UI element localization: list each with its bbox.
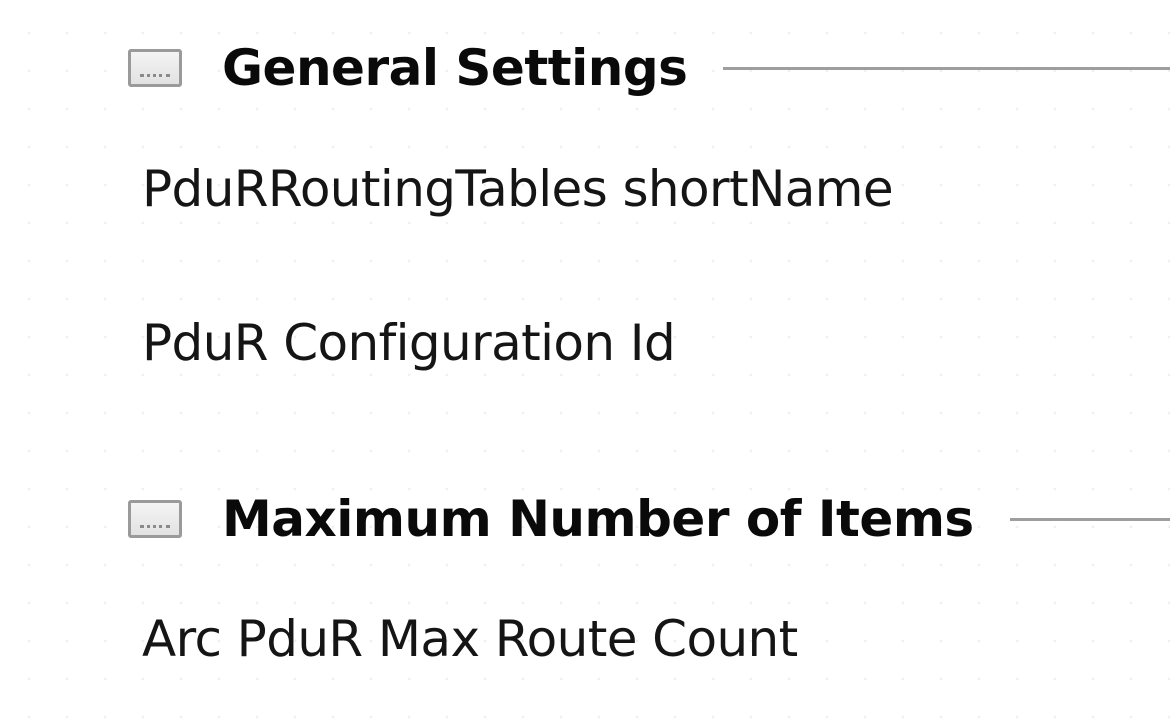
section-title: Maximum Number of Items bbox=[222, 490, 974, 548]
section-divider bbox=[1009, 517, 1170, 521]
collapse-icon[interactable] bbox=[128, 49, 182, 87]
section-divider bbox=[723, 66, 1170, 70]
field-label-max-route-count: Arc PduR Max Route Count bbox=[142, 610, 798, 668]
field-label-configuration-id: PduR Configuration Id bbox=[142, 314, 676, 372]
section-header-maximum-number-of-items[interactable]: Maximum Number of Items bbox=[128, 487, 1170, 551]
field-label-routing-tables-shortname: PduRRoutingTables shortName bbox=[142, 160, 894, 218]
collapse-icon[interactable] bbox=[128, 500, 182, 538]
config-form-panel: General Settings PduRRoutingTables short… bbox=[0, 0, 1170, 724]
section-title: General Settings bbox=[222, 39, 688, 97]
section-header-general-settings[interactable]: General Settings bbox=[128, 36, 1170, 100]
